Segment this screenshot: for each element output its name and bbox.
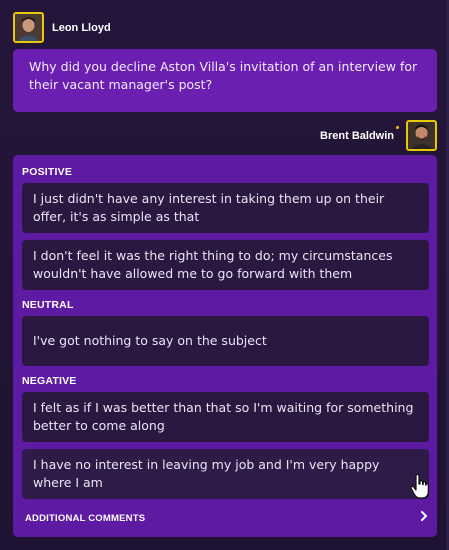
answer-positive-2[interactable]: I don't feel it was the right thing to d… <box>22 240 429 290</box>
respondent-name-wrap: Brent Baldwin <box>320 125 399 142</box>
chevron-right-icon[interactable] <box>419 510 429 522</box>
answer-positive-1[interactable]: I just didn't have any interest in takin… <box>22 183 429 233</box>
hand-pointer-icon <box>410 474 429 499</box>
answer-neutral-1[interactable]: I've got nothing to say on the subject <box>22 316 429 366</box>
respondent-name: Brent Baldwin <box>320 129 394 142</box>
press-conference-window: Leon Lloyd Why did you decline Aston Vil… <box>0 0 449 550</box>
question-bubble: Why did you decline Aston Villa's invita… <box>13 49 437 112</box>
section-neutral-label: NEUTRAL <box>22 299 74 311</box>
notification-dot <box>396 125 399 129</box>
respondent-avatar <box>406 120 437 151</box>
additional-comments-button[interactable]: ADDITIONAL COMMENTS <box>25 513 145 524</box>
section-negative-label: NEGATIVE <box>22 375 77 387</box>
interviewer-row: Leon Lloyd <box>13 12 111 43</box>
answers-panel: POSITIVE I just didn't have any interest… <box>13 155 437 537</box>
interviewer-avatar <box>13 12 44 43</box>
journalist-avatar-icon <box>15 14 42 41</box>
section-positive-label: POSITIVE <box>22 166 73 178</box>
respondent-row: Brent Baldwin <box>320 120 437 151</box>
interviewer-name: Leon Lloyd <box>52 21 111 34</box>
answer-negative-1[interactable]: I felt as if I was better than that so I… <box>22 392 429 442</box>
manager-avatar-icon <box>408 122 435 149</box>
answer-negative-2[interactable]: I have no interest in leaving my job and… <box>22 449 429 499</box>
